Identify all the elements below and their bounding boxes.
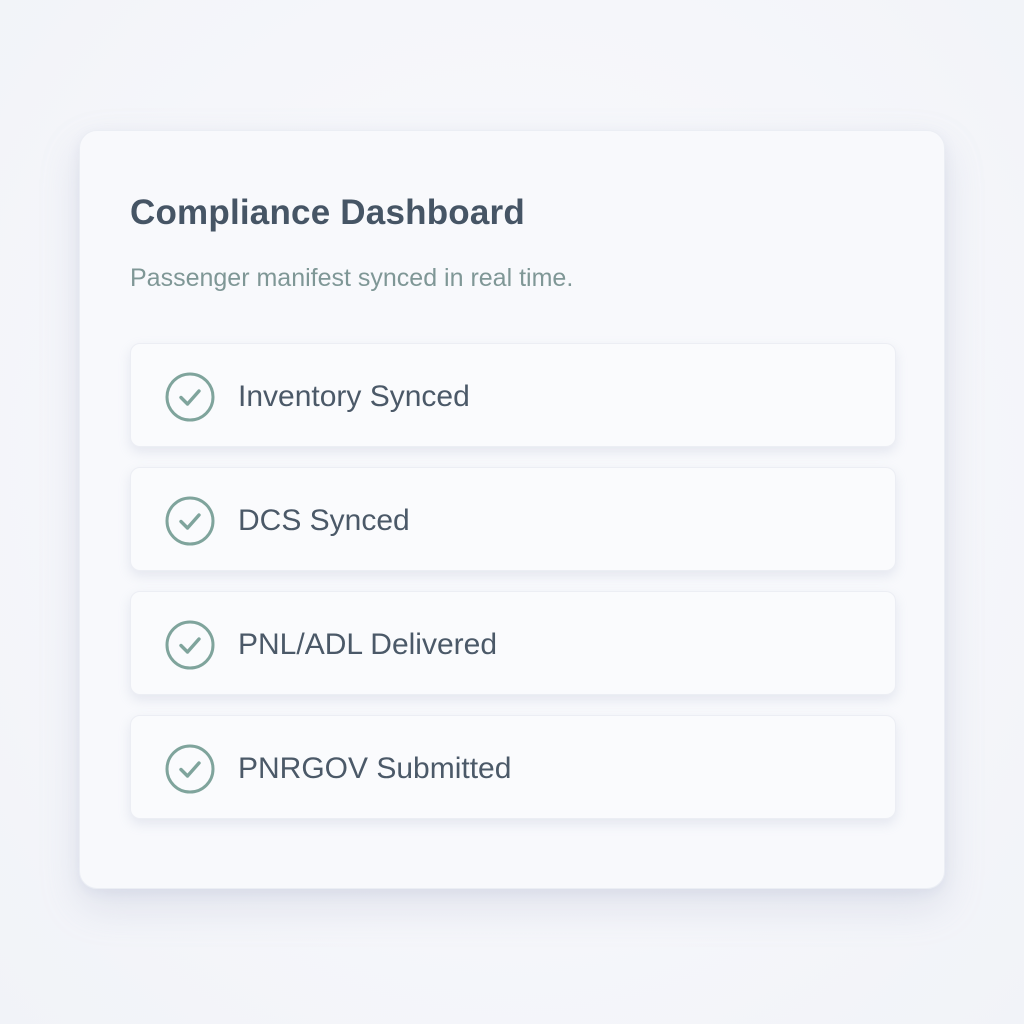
status-item-pnl-adl[interactable]: PNL/ADL Delivered — [130, 591, 896, 695]
status-item-dcs[interactable]: DCS Synced — [130, 467, 896, 571]
page-subtitle: Passenger manifest synced in real time. — [130, 264, 574, 292]
status-list: Inventory Synced DCS Synced PNL/ADL Deli… — [130, 343, 896, 839]
status-item-inventory[interactable]: Inventory Synced — [130, 343, 896, 447]
status-label: Inventory Synced — [238, 380, 470, 413]
check-circle-icon — [165, 744, 215, 794]
check-circle-icon — [165, 372, 215, 422]
status-item-pnrgov[interactable]: PNRGOV Submitted — [130, 715, 896, 819]
check-circle-icon — [165, 496, 215, 546]
compliance-card: Compliance Dashboard Passenger manifest … — [79, 130, 945, 889]
status-label: DCS Synced — [238, 504, 410, 537]
check-circle-icon — [165, 620, 215, 670]
page-title: Compliance Dashboard — [130, 193, 525, 232]
status-label: PNRGOV Submitted — [238, 752, 512, 785]
status-label: PNL/ADL Delivered — [238, 628, 497, 661]
